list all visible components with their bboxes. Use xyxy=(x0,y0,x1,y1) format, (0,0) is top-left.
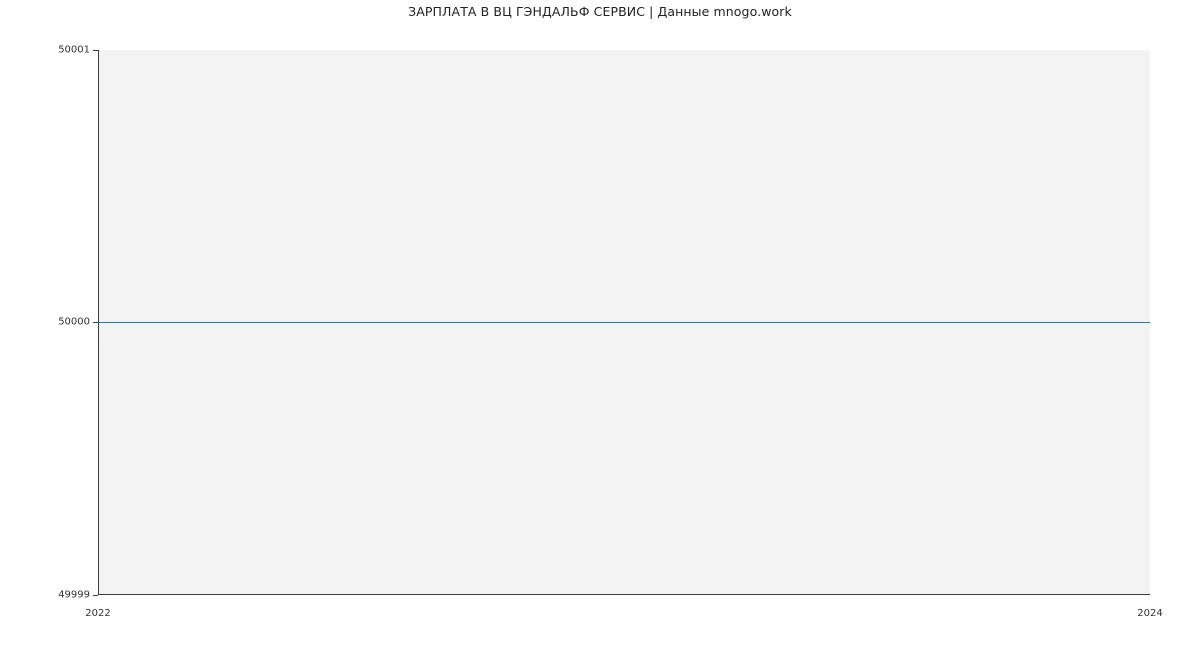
salary-series-line xyxy=(98,322,1150,323)
chart-container: ЗАРПЛАТА В ВЦ ГЭНДАЛЬФ СЕРВИС | Данные m… xyxy=(0,0,1200,650)
chart-title: ЗАРПЛАТА В ВЦ ГЭНДАЛЬФ СЕРВИС | Данные m… xyxy=(0,4,1200,19)
x-tick-label: 2024 xyxy=(1137,608,1162,619)
y-tick-label: 50000 xyxy=(10,317,90,328)
y-tick xyxy=(93,50,98,51)
y-tick-label: 50001 xyxy=(10,45,90,56)
y-tick xyxy=(93,595,98,596)
y-tick-label: 49999 xyxy=(10,590,90,601)
x-tick-label: 2022 xyxy=(85,608,110,619)
